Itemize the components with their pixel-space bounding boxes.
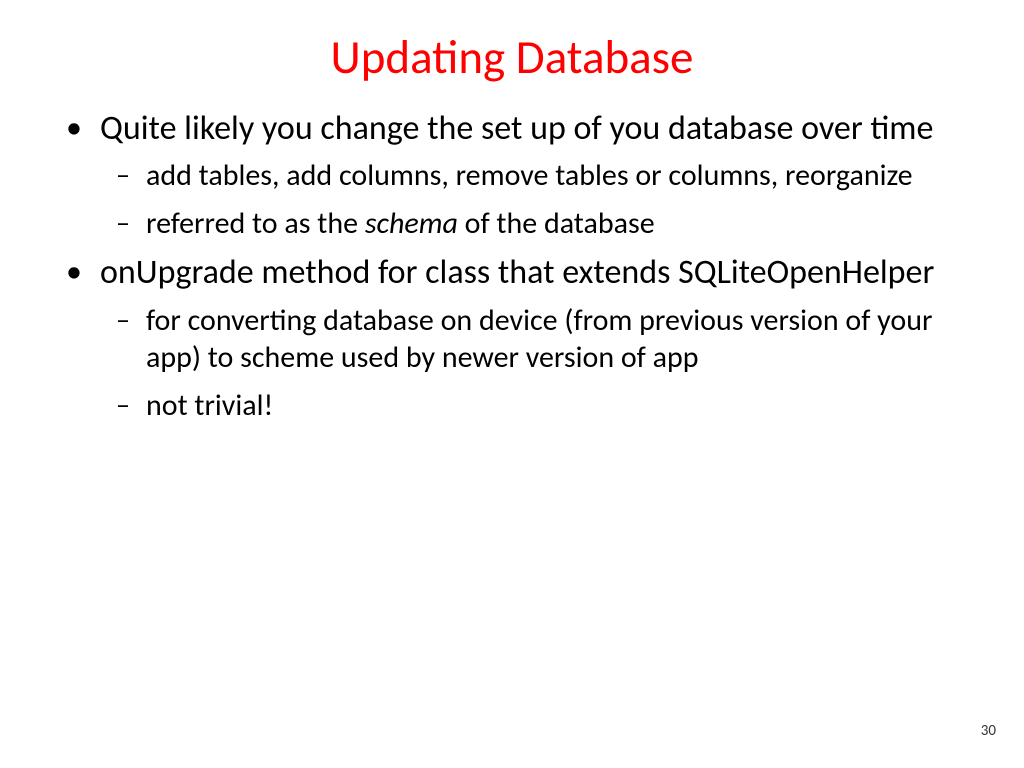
sub-bullet-list: for converting database on device (from … [100, 302, 964, 425]
sub-bullet-text-pre: referred to as the [146, 205, 365, 242]
slide: Updating Database Quite likely you chang… [0, 0, 1024, 768]
sub-bullet-text: for converting database on device (from … [146, 302, 932, 377]
bullet-list: Quite likely you change the set up of yo… [60, 108, 964, 424]
sub-bullet-item: add tables, add columns, remove tables o… [146, 157, 964, 195]
bullet-item: Quite likely you change the set up of yo… [100, 108, 964, 242]
bullet-item: onUpgrade method for class that extends … [100, 252, 964, 424]
bullet-text: Quite likely you change the set up of yo… [100, 108, 933, 149]
sub-bullet-item: for converting database on device (from … [146, 302, 964, 377]
sub-bullet-text: not trivial! [146, 387, 273, 424]
bullet-text: onUpgrade method for class that extends … [100, 252, 934, 293]
sub-bullet-list: add tables, add columns, remove tables o… [100, 157, 964, 242]
sub-bullet-text-post: of the database [458, 205, 655, 242]
sub-bullet-text-italic: schema [365, 205, 458, 242]
sub-bullet-item: not trivial! [146, 387, 964, 425]
sub-bullet-text: add tables, add columns, remove tables o… [146, 157, 913, 194]
slide-title: Updating Database [60, 28, 964, 86]
sub-bullet-item: referred to as the schema of the databas… [146, 205, 964, 243]
page-number: 30 [981, 722, 996, 740]
